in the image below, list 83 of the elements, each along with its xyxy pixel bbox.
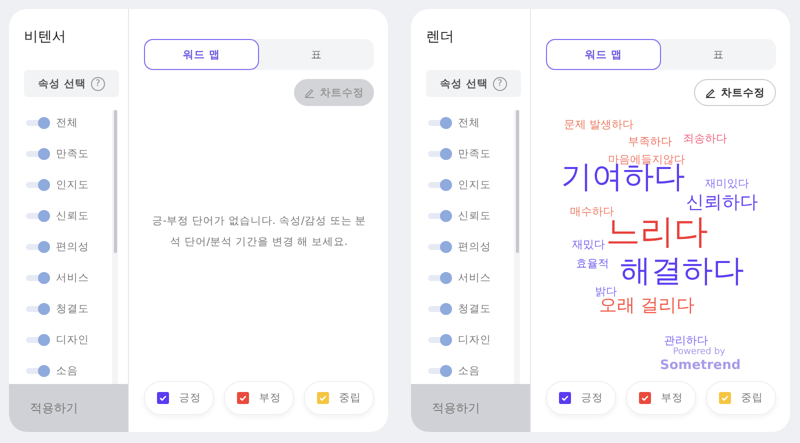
cloud-word[interactable]: 관리하다 [664,335,708,346]
attribute-label: 전체 [458,116,480,130]
attribute-label: 만족도 [56,147,89,161]
attribute-select-header[interactable]: 속성 선택 ? [426,70,521,97]
attribute-label: 소음 [56,364,78,378]
empty-message: 긍-부정 단어가 없습니다. 속성/감성 또는 분석 단어/분석 기간을 변경 해 보세요. [150,214,368,250]
cloud-word[interactable]: 해결하다 [620,256,744,287]
toggle-switch[interactable] [428,365,452,377]
toggle-switch[interactable] [26,210,50,222]
scrollbar-thumb[interactable] [114,110,117,253]
attribute-label: 서비스 [458,271,491,285]
brand-title: 비텐서 [23,28,67,47]
cloud-word[interactable]: 밝다 [595,286,617,297]
legend-filter[interactable]: 중립 [304,381,374,415]
toggle-switch[interactable] [26,334,50,346]
toggle-switch[interactable] [26,365,50,377]
toggle-switch[interactable] [428,334,452,346]
attribute-label: 디자인 [56,333,89,347]
attribute-label: 서비스 [56,271,89,285]
pencil-icon [705,87,716,98]
chart-edit-button[interactable]: 차트수정 [694,79,776,106]
attribute-label: 편의성 [56,240,89,254]
attribute-label: 청결도 [56,302,89,316]
legend-filter[interactable]: 중립 [706,381,776,415]
cloud-word[interactable]: 마음에들지않다 [608,154,685,165]
tab[interactable]: 워드 맵 [144,39,259,70]
help-icon[interactable]: ? [90,76,105,90]
cloud-word[interactable]: 부족하다 [628,136,672,147]
cloud-word[interactable]: 느리다 [606,215,708,249]
attribute-label: 소음 [458,364,480,378]
toggle-switch[interactable] [428,179,452,191]
toggle-switch[interactable] [26,272,50,284]
pencil-icon [304,87,315,98]
checkbox-icon[interactable] [157,392,169,404]
attribute-label: 청결도 [458,302,491,316]
powered-by-label: Powered by [673,347,726,357]
brand-title: 렌더 [425,28,455,47]
attribute-select-label: 속성 선택 [440,76,488,90]
cloud-word[interactable]: 죄송하다 [683,133,727,144]
cloud-word[interactable]: 재밌다 [572,239,605,250]
cloud-word[interactable]: 효율적 [576,258,609,269]
toggle-switch[interactable] [26,117,50,129]
legend-filter[interactable]: 부정 [626,381,696,415]
cloud-word[interactable]: 신뢰하다 [686,194,758,212]
tab[interactable]: 표 [259,39,374,70]
toggle-switch[interactable] [26,179,50,191]
toggle-switch[interactable] [428,117,452,129]
toggle-switch[interactable] [26,241,50,253]
attribute-label: 디자인 [458,333,491,347]
toggle-switch[interactable] [26,303,50,315]
cloud-word[interactable]: 재미있다 [705,178,749,189]
toggle-switch[interactable] [428,210,452,222]
help-icon[interactable]: ? [492,76,507,90]
toggle-switch[interactable] [428,272,452,284]
scrollbar-thumb[interactable] [516,110,519,253]
tab[interactable]: 표 [661,39,776,70]
cloud-word[interactable]: 문제 발생하다 [564,119,634,130]
attribute-label: 인지도 [56,178,89,192]
attribute-label: 만족도 [458,147,491,161]
attribute-select-label: 속성 선택 [38,76,86,90]
toggle-switch[interactable] [428,303,452,315]
attribute-label: 전체 [56,116,78,130]
toggle-switch[interactable] [428,148,452,160]
apply-button[interactable]: 적용하기 [9,384,128,432]
attribute-label: 신뢰도 [56,209,89,223]
attribute-select-header[interactable]: 속성 선택 ? [24,70,119,97]
checkbox-icon[interactable] [639,392,651,404]
attribute-label: 신뢰도 [458,209,491,223]
brand-logo-text: Sometrend [660,358,741,373]
checkbox-icon[interactable] [559,392,571,404]
legend-filter[interactable]: 긍정 [546,381,616,415]
toggle-switch[interactable] [26,148,50,160]
legend-filter[interactable]: 긍정 [144,381,214,415]
checkbox-icon[interactable] [237,392,249,404]
cloud-word[interactable]: 오래 걸리다 [599,297,695,315]
cloud-word[interactable]: 기여하다 [561,162,685,193]
legend-filter[interactable]: 부정 [224,381,294,415]
tab[interactable]: 워드 맵 [546,39,661,70]
attribute-label: 편의성 [458,240,491,254]
attribute-label: 인지도 [458,178,491,192]
apply-button[interactable]: 적용하기 [411,384,530,432]
cloud-word[interactable]: 매수하다 [570,206,614,217]
toggle-switch[interactable] [428,241,452,253]
